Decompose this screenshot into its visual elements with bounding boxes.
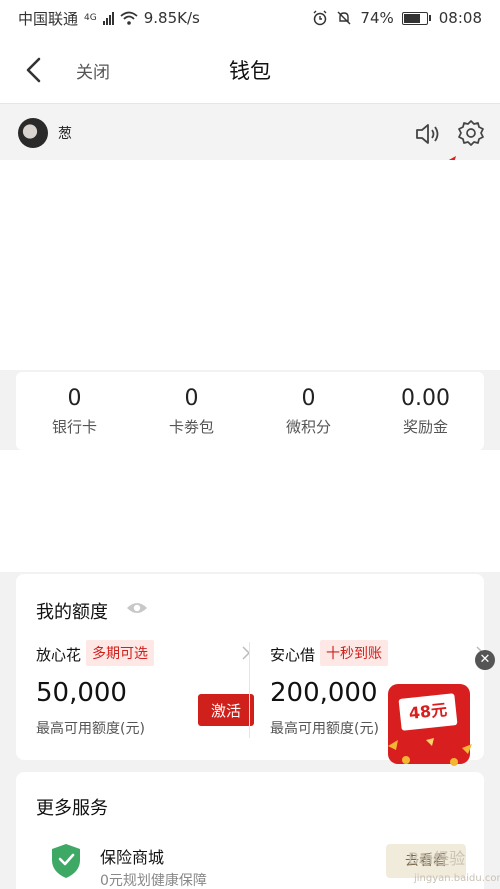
signal-icon (102, 11, 114, 25)
credit-subtitle: 最高可用额度(元) (36, 721, 145, 737)
watermark-url: jingyan.baidu.com (414, 873, 500, 884)
credit-tag: 十秒到账 (320, 640, 388, 666)
section-title: 更多服务 (36, 798, 108, 819)
credit-subtitle: 最高可用额度(元) (270, 721, 379, 737)
page-title: 钱包 (229, 59, 271, 83)
battery-fill (403, 13, 421, 23)
stat-value: 0 (301, 386, 316, 411)
credit-name: 安心借 (270, 646, 316, 664)
stat-bank-card[interactable]: 0 银行卡 (16, 372, 133, 450)
eye-icon[interactable] (126, 600, 148, 616)
alarm-icon (313, 10, 327, 26)
username: 葱 (58, 126, 72, 142)
stat-label: 银行卡 (51, 418, 97, 436)
stat-label: 微积分 (285, 418, 331, 436)
activate-button[interactable]: 激活 (198, 694, 254, 726)
more-services-card: 更多服务 保险商城 0元规划健康保障 去看看 (16, 772, 484, 889)
confetti-icon (388, 738, 472, 766)
nav-bar: 关闭 钱包 (0, 36, 500, 104)
stat-value: 0 (184, 386, 199, 411)
stat-label: 奖励金 (402, 418, 448, 436)
wifi-icon (120, 11, 138, 25)
shield-heart-icon (52, 844, 80, 878)
credit-item-fangxinhua[interactable]: 放心花 多期可选 50,000 最高可用额度(元) 激活 (36, 640, 254, 750)
service-title[interactable]: 保险商城 (100, 844, 164, 868)
credit-amount: 200,000 (270, 678, 378, 708)
divider (249, 642, 250, 738)
network-speed: 9.85K/s (143, 9, 200, 27)
stat-value: 0.00 (401, 386, 450, 411)
credit-name: 放心花 (36, 646, 82, 664)
stat-points[interactable]: 0 微积分 (250, 372, 367, 450)
banner-area (0, 160, 500, 370)
close-promo-button[interactable]: ✕ (475, 650, 495, 670)
stat-label: 卡劵包 (168, 418, 214, 436)
settings-gear-icon[interactable] (457, 119, 485, 147)
watermark: Bai经验 (408, 849, 466, 868)
credit-tag: 多期可选 (86, 640, 154, 666)
stat-value: 0 (67, 386, 82, 411)
speaker-icon[interactable] (414, 120, 442, 148)
mute-bell-icon (337, 11, 351, 25)
stat-rewards[interactable]: 0.00 奖励金 (367, 372, 484, 450)
carrier-label: 中国联通 (18, 9, 79, 28)
close-button[interactable]: 关闭 (76, 58, 110, 83)
stat-coupons[interactable]: 0 卡劵包 (133, 372, 250, 450)
battery-icon (401, 11, 431, 25)
clock: 08:08 (438, 9, 482, 27)
section-title: 我的额度 (36, 602, 108, 623)
blank-section (0, 450, 500, 572)
credit-amount: 50,000 (36, 678, 127, 708)
back-arrow-icon[interactable] (22, 56, 48, 84)
status-bar: 中国联通 4G 9.85K/s 74% 08:08 (0, 0, 500, 36)
battery-percent: 74% (360, 9, 394, 27)
network-type: 4G (84, 13, 97, 23)
service-subtitle: 0元规划健康保障 (100, 873, 207, 889)
avatar[interactable] (18, 118, 48, 148)
red-packet-promo[interactable]: 48元 (382, 678, 476, 770)
wallet-stats: 0 银行卡 0 卡劵包 0 微积分 0.00 奖励金 (16, 372, 484, 450)
